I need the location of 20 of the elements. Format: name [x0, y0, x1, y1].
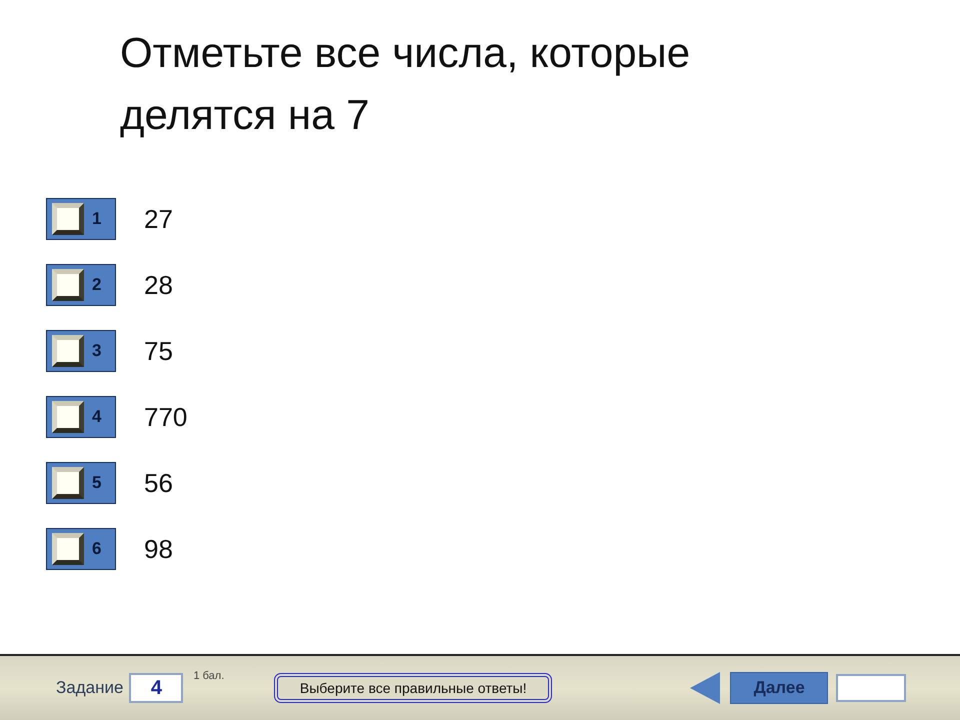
answer-checkbox[interactable]: 1 [46, 198, 116, 240]
answer-label: 75 [144, 336, 173, 366]
answer-checkbox[interactable]: 4 [46, 396, 116, 438]
hint-button[interactable]: Выберите все правильные ответы! [274, 673, 552, 703]
answer-label: 770 [144, 402, 188, 432]
back-arrow-icon[interactable] [690, 672, 720, 704]
task-number: 4 [129, 673, 184, 703]
question-text: Отметьте все числа, которые делятся на 7 [120, 28, 692, 140]
answer-label: 27 [144, 204, 173, 234]
answer-checkbox[interactable]: 2 [46, 264, 116, 306]
answer-label: 28 [144, 270, 173, 300]
answer-checkbox[interactable]: 6 [46, 528, 116, 570]
answer-checkbox[interactable]: 5 [46, 462, 116, 504]
answer-checkbox[interactable]: 3 [46, 330, 116, 372]
next-button[interactable]: Далее [730, 672, 828, 704]
answer-label: 56 [144, 468, 173, 498]
blank-field [836, 674, 906, 702]
answer-label: 98 [144, 534, 173, 564]
points-text: 1 бал. [193, 670, 224, 682]
task-label: Задание [56, 678, 124, 698]
